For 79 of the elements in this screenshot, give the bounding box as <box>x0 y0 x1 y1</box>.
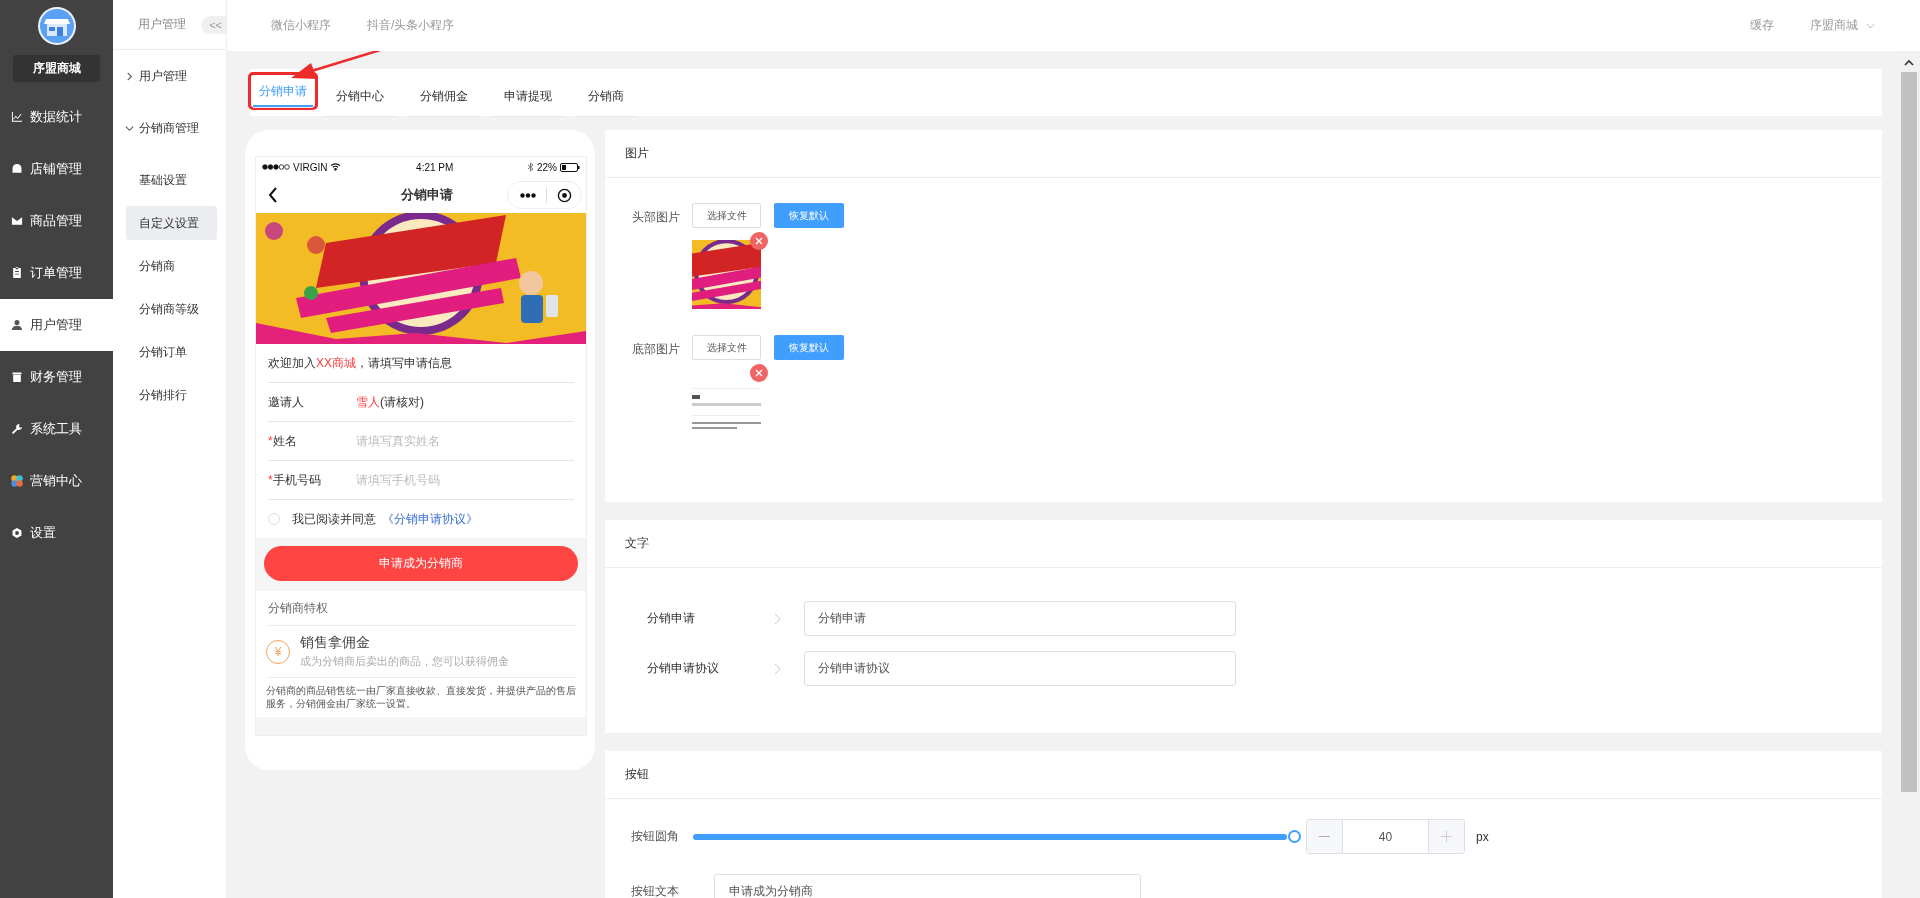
number-stepper[interactable]: 40 <box>1306 819 1465 854</box>
sidebar-item[interactable]: 商品管理 <box>0 195 113 247</box>
field-label: 按钮文本 <box>631 883 680 898</box>
chevron-icon <box>774 612 781 625</box>
field-label: 头部图片 <box>631 209 680 226</box>
unit-label: px <box>1476 829 1489 844</box>
wallet-icon <box>10 370 24 384</box>
panel-title: 按钮 <box>605 751 1882 799</box>
status-time: 4:21 PM <box>416 161 454 173</box>
submenu-group[interactable]: 分销商管理 <box>113 102 226 154</box>
clipboard-icon <box>10 266 24 280</box>
tab[interactable]: 申请提现 <box>492 78 564 116</box>
slider-handle[interactable] <box>1288 829 1301 843</box>
tab[interactable]: 分销佣金 <box>408 78 480 116</box>
number-field[interactable]: 40 <box>1342 820 1429 853</box>
chevron-icon <box>774 662 781 675</box>
input-field[interactable]: 申请成为分销商 <box>714 874 1141 898</box>
settings-icon <box>10 526 24 540</box>
submenu-title: 用户管理 <box>138 16 186 33</box>
field-label: 底部图片 <box>631 341 680 358</box>
caret-icon <box>1866 22 1875 29</box>
clover-icon <box>10 474 24 488</box>
tab[interactable]: 分销商 <box>576 78 636 116</box>
choose-file-button[interactable]: 选择文件 <box>692 335 761 360</box>
more-icon <box>520 192 536 198</box>
user-icon <box>10 318 24 332</box>
wifi-icon <box>330 163 342 171</box>
page-title: 分销申请 <box>400 186 453 204</box>
panel-title: 图片 <box>605 130 1882 178</box>
plus-icon <box>1441 831 1452 842</box>
note-text: 分销商的商品销售统一由厂家直接收款、直接发货，并提供产品的售后服务，分销佣金由厂家统一设置。 <box>266 684 576 711</box>
field-label: *姓名 <box>268 432 298 450</box>
brand-name: 序盟商城 <box>13 55 100 82</box>
sidebar-item[interactable]: 订单管理 <box>0 247 113 299</box>
submenu-item[interactable]: 自定义设置 <box>126 206 217 240</box>
submenu-item[interactable]: 分销订单 <box>126 335 217 369</box>
privilege-title: 销售拿佣金 <box>300 634 371 652</box>
field-label: 分销申请协议 <box>647 660 720 677</box>
submenu-item[interactable]: 分销商等级 <box>126 292 217 326</box>
welcome-text: 欢迎加入XX商城，请填写申请信息 <box>268 354 452 372</box>
battery-icon <box>560 162 580 172</box>
target-icon <box>557 187 572 203</box>
battery-percent: 22% <box>537 161 557 173</box>
field-label: 邀请人 <box>268 393 305 411</box>
wrench-icon <box>10 422 24 436</box>
sidebar-item[interactable]: 数据统计 <box>0 91 113 143</box>
sidebar-item[interactable]: 系统工具 <box>0 403 113 455</box>
tab[interactable]: 分销中心 <box>324 78 396 116</box>
sidebar-item[interactable]: 财务管理 <box>0 351 113 403</box>
signal-icon <box>262 164 290 170</box>
submenu-item[interactable]: 分销排行 <box>126 378 217 412</box>
submenu-item[interactable]: 基础设置 <box>126 163 217 197</box>
scroll-up-icon[interactable] <box>1904 59 1914 66</box>
field-label: 分销申请 <box>647 610 696 627</box>
choose-file-button[interactable]: 选择文件 <box>692 203 761 228</box>
chart-icon <box>10 110 24 124</box>
submenu-group[interactable]: 用户管理 <box>113 50 226 102</box>
input-field[interactable]: 分销申请 <box>804 601 1236 636</box>
field-label: *手机号码 <box>268 471 322 489</box>
sidebar-item[interactable]: 设置 <box>0 507 113 559</box>
sidebar-item[interactable]: 店铺管理 <box>0 143 113 195</box>
carrier-name: VIRGIN <box>293 161 328 173</box>
inviter-value: 雪人(请核对) <box>356 393 424 411</box>
input-field[interactable]: 分销申请协议 <box>804 651 1236 686</box>
agreement-link[interactable]: 《分销申请协议》 <box>382 510 478 528</box>
bluetooth-icon <box>528 162 534 172</box>
store-icon <box>10 162 24 176</box>
section-title: 分销商特权 <box>266 591 576 626</box>
agreement-text: 我已阅读并同意 <box>292 510 376 528</box>
sidebar-item[interactable]: 用户管理 <box>0 299 113 351</box>
submenu-item[interactable]: 分销商 <box>126 249 217 283</box>
privilege-description: 成为分销商后卖出的商品，您可以获得佣金 <box>300 654 509 669</box>
close-icon[interactable] <box>750 232 768 250</box>
close-icon[interactable] <box>750 364 768 382</box>
store-logo-icon <box>37 7 76 45</box>
panel-title: 文字 <box>605 520 1882 568</box>
field-label: 按钮圆角 <box>631 828 680 845</box>
sidebar-item[interactable]: 营销中心 <box>0 455 113 507</box>
back-icon[interactable] <box>268 187 278 203</box>
